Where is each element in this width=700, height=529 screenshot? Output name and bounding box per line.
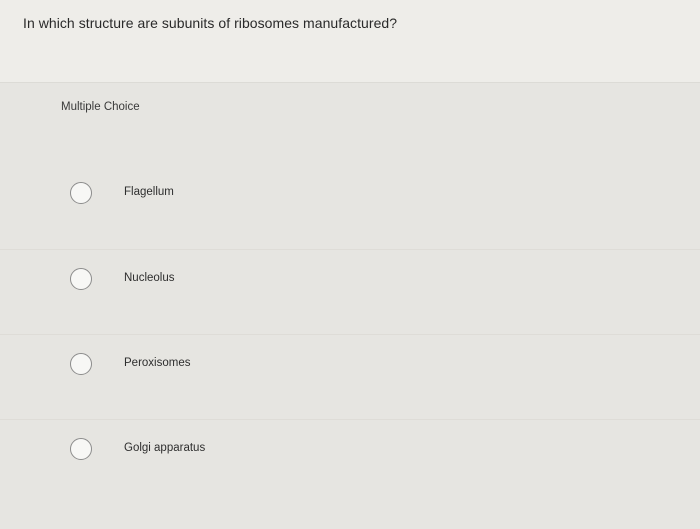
radio-button[interactable] (70, 182, 92, 204)
radio-button[interactable] (70, 438, 92, 460)
multiple-choice-panel: Multiple Choice Flagellum Nucleolus Pero… (0, 82, 700, 529)
question-text: In which structure are subunits of ribos… (23, 15, 398, 31)
option-flagellum[interactable]: Flagellum (60, 175, 680, 215)
divider (0, 249, 700, 250)
divider (0, 334, 700, 335)
radio-button[interactable] (70, 353, 92, 375)
divider (0, 419, 700, 420)
option-nucleolus[interactable]: Nucleolus (60, 261, 680, 301)
option-label: Golgi apparatus (124, 442, 206, 454)
option-label: Flagellum (124, 186, 174, 198)
radio-button[interactable] (70, 268, 92, 290)
option-golgi-apparatus[interactable]: Golgi apparatus (60, 431, 680, 471)
option-label: Peroxisomes (124, 357, 191, 369)
question-area: In which structure are subunits of ribos… (0, 0, 700, 82)
multiple-choice-header: Multiple Choice (61, 101, 140, 113)
option-label: Nucleolus (124, 272, 175, 284)
option-peroxisomes[interactable]: Peroxisomes (60, 346, 680, 386)
